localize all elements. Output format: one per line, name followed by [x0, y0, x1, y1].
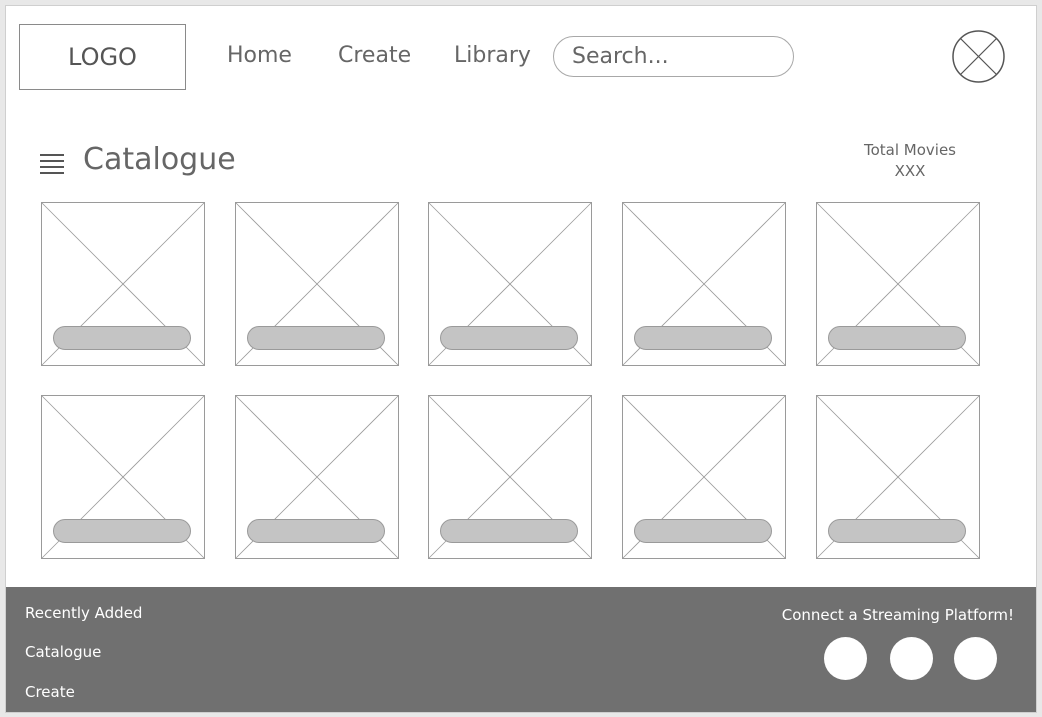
footer-link-catalogue[interactable]: Catalogue [25, 643, 101, 661]
page-title: Catalogue [83, 142, 236, 177]
total-movies: Total Movies XXX [846, 140, 974, 182]
movie-title-pill[interactable] [247, 326, 385, 350]
footer-link-recently-added[interactable]: Recently Added [25, 604, 142, 622]
movie-card[interactable] [816, 202, 980, 366]
movie-card[interactable] [622, 202, 786, 366]
movie-title-pill[interactable] [53, 326, 191, 350]
movie-title-pill[interactable] [828, 326, 966, 350]
movie-title-pill[interactable] [440, 519, 578, 543]
movie-title-pill[interactable] [634, 519, 772, 543]
search-input[interactable] [553, 36, 794, 77]
movie-card[interactable] [428, 202, 592, 366]
movie-card[interactable] [41, 395, 205, 559]
streaming-platform-button[interactable] [890, 637, 933, 680]
movie-title-pill[interactable] [247, 519, 385, 543]
movie-card[interactable] [816, 395, 980, 559]
footer-link-create[interactable]: Create [25, 683, 75, 701]
movie-title-pill[interactable] [828, 519, 966, 543]
movie-card[interactable] [235, 202, 399, 366]
nav-home-link[interactable]: Home [227, 43, 292, 68]
logo[interactable]: LOGO [19, 24, 186, 90]
hamburger-menu-icon[interactable] [40, 154, 64, 174]
total-movies-label: Total Movies [863, 141, 956, 159]
movie-title-pill[interactable] [440, 326, 578, 350]
footer: Recently Added Catalogue Create Connect … [6, 587, 1036, 712]
nav-library-link[interactable]: Library [454, 43, 531, 68]
connect-platform-label: Connect a Streaming Platform! [781, 606, 1014, 624]
nav-create-link[interactable]: Create [338, 43, 411, 68]
streaming-platform-button[interactable] [824, 637, 867, 680]
movie-title-pill[interactable] [53, 519, 191, 543]
streaming-platform-button[interactable] [954, 637, 997, 680]
logo-text: LOGO [68, 43, 137, 71]
movie-card[interactable] [622, 395, 786, 559]
total-movies-value: XXX [894, 162, 926, 180]
movie-card[interactable] [235, 395, 399, 559]
profile-avatar-icon[interactable] [952, 30, 1005, 83]
movie-title-pill[interactable] [634, 326, 772, 350]
movie-card[interactable] [41, 202, 205, 366]
movie-card[interactable] [428, 395, 592, 559]
app-frame: LOGO Home Create Library Catalogue Total… [5, 5, 1037, 713]
